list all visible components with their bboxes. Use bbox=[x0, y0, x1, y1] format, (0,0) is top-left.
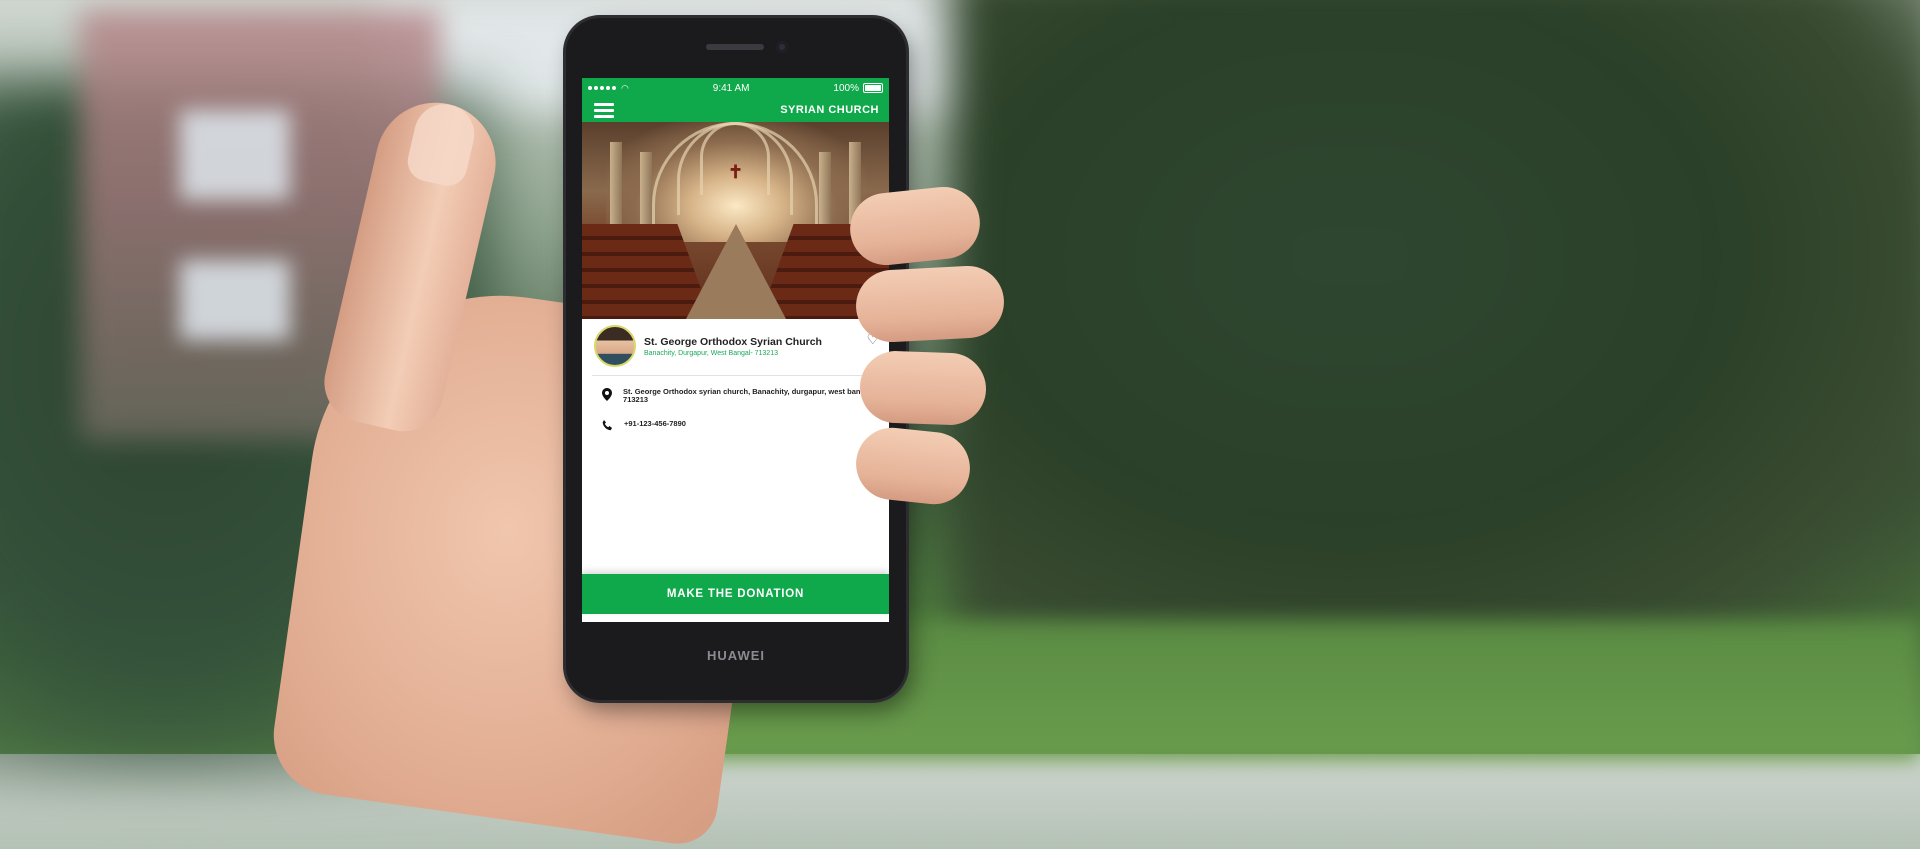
background-window bbox=[180, 110, 290, 200]
church-header: St. George Orthodox Syrian Church Banach… bbox=[582, 319, 889, 375]
church-name: St. George Orthodox Syrian Church bbox=[644, 335, 822, 348]
phone-speaker bbox=[706, 44, 764, 50]
phone-row[interactable]: +91-123-456-7890 bbox=[582, 420, 889, 433]
status-bar: ◠ 9:41 AM 100% bbox=[582, 78, 889, 98]
wifi-icon: ◠ bbox=[621, 82, 629, 93]
signal-icon: ◠ bbox=[588, 83, 629, 94]
battery-icon bbox=[862, 83, 883, 93]
finger-middle bbox=[854, 264, 1006, 344]
address-text: St. George Orthodox syrian church, Banac… bbox=[623, 387, 874, 404]
location-pin-icon bbox=[602, 388, 613, 403]
address-row: St. George Orthodox syrian church, Banac… bbox=[582, 388, 889, 404]
phone-brand-logo: HUAWEI bbox=[707, 648, 765, 663]
church-photo: ✝ bbox=[582, 122, 889, 319]
battery-percent: 100% bbox=[833, 82, 859, 94]
church-location: Banachity, Durgapur, West Bangal- 713213 bbox=[644, 349, 778, 357]
background-trees-right bbox=[950, 0, 1920, 700]
avatar bbox=[594, 325, 636, 367]
status-time: 9:41 AM bbox=[712, 82, 750, 94]
phone-number[interactable]: +91-123-456-7890 bbox=[624, 420, 686, 428]
front-camera bbox=[776, 41, 788, 53]
phone-screen: ◠ 9:41 AM 100% SYRIAN CHURCH ✝ St. Georg… bbox=[582, 78, 889, 622]
donate-button[interactable]: MAKE THE DONATION bbox=[582, 574, 889, 614]
page-title: SYRIAN CHURCH bbox=[780, 104, 879, 116]
phone-device: ◠ 9:41 AM 100% SYRIAN CHURCH ✝ St. Georg… bbox=[566, 18, 906, 700]
app-navbar: SYRIAN CHURCH bbox=[582, 98, 889, 122]
finger-ring bbox=[858, 349, 988, 427]
background-window bbox=[180, 260, 290, 340]
menu-icon[interactable] bbox=[594, 102, 614, 118]
divider bbox=[592, 375, 879, 376]
phone-icon bbox=[602, 420, 614, 433]
